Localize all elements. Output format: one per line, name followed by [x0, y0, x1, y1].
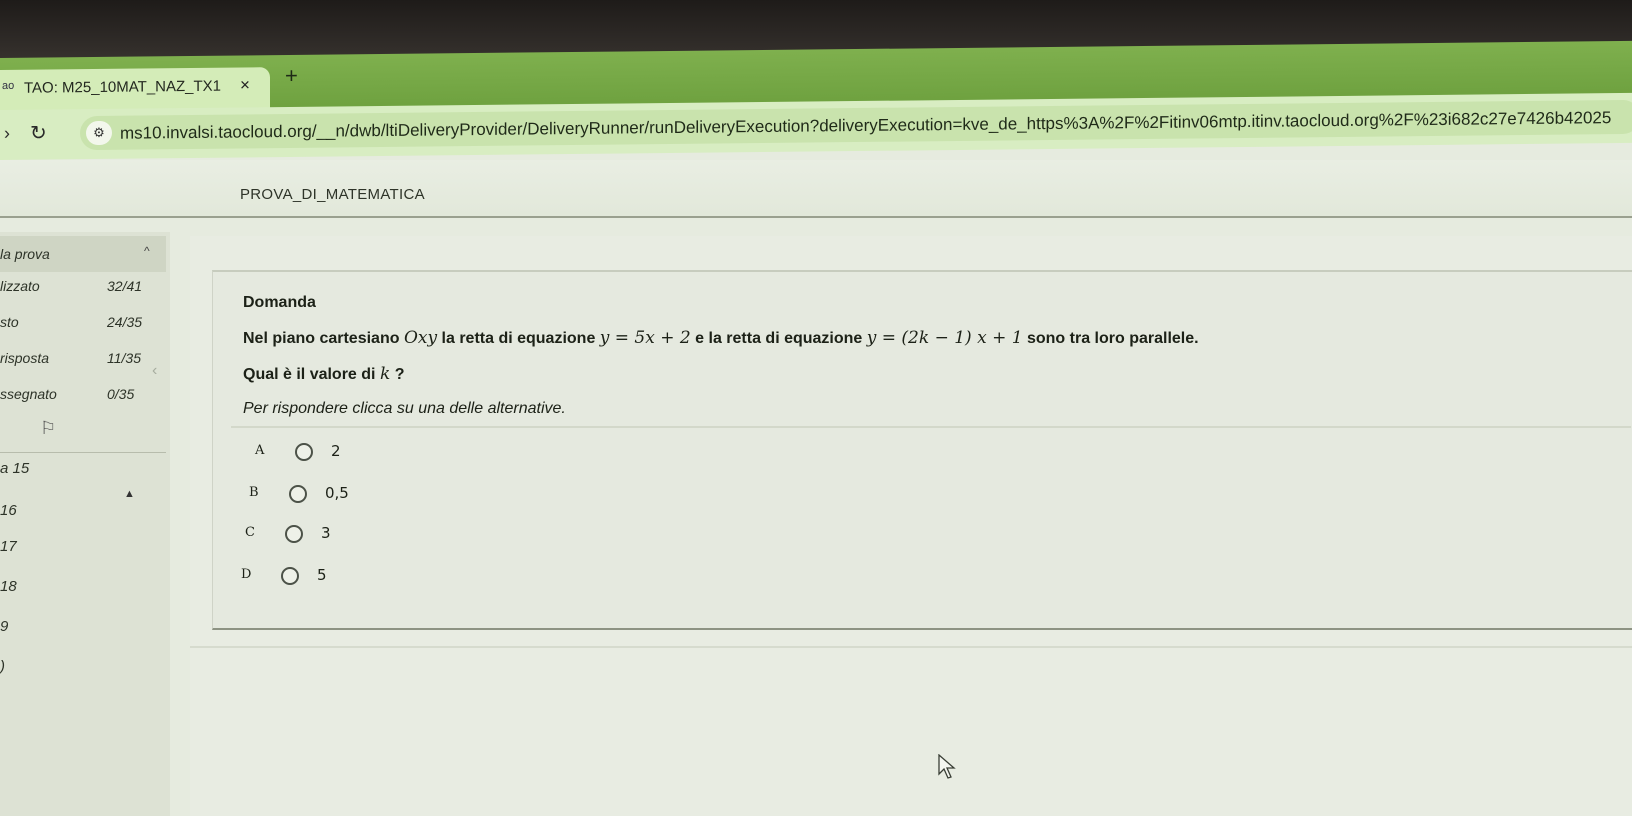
stat-row-contrassegnato: ssegnato 0/35: [0, 386, 166, 406]
test-sidebar: la prova ^ lizzato 32/41 sto 24/35 rispo…: [0, 232, 170, 816]
stat-label: sto: [0, 314, 19, 330]
test-title: PROVA_DI_MATEMATICA: [240, 186, 425, 203]
choice-letter: A: [255, 443, 265, 458]
collapse-sidebar-icon[interactable]: ‹: [152, 362, 157, 380]
url-text[interactable]: ms10.invalsi.taocloud.org/__n/dwb/ltiDel…: [120, 108, 1611, 144]
stat-count: 32/41: [107, 278, 143, 294]
question-item[interactable]: 9: [0, 618, 8, 635]
choice-d[interactable]: D 5: [241, 564, 361, 588]
choice-value: 3: [321, 524, 331, 542]
stat-count: 0/35: [107, 386, 135, 402]
question-text-part: ?: [390, 366, 405, 383]
site-info-icon[interactable]: ⚙: [86, 120, 112, 146]
flag-icon[interactable]: ⚐: [40, 418, 56, 439]
choice-letter: D: [241, 567, 252, 582]
sidebar-section-label: la prova: [0, 246, 50, 262]
caret-up-icon[interactable]: ▲: [124, 488, 135, 500]
sidebar-section-header[interactable]: la prova ^: [0, 236, 166, 272]
choice-c[interactable]: C 3: [245, 522, 365, 546]
stat-count: 11/35: [107, 350, 141, 366]
reload-icon[interactable]: ↻: [30, 121, 47, 146]
math-expression: y = (2k − 1) x + 1: [866, 328, 1023, 348]
instruction-text: Per rispondere clicca su una delle alter…: [243, 400, 566, 417]
question-text-part: Qual è il valore di: [243, 366, 380, 383]
choice-a[interactable]: A 2: [255, 440, 375, 464]
new-tab-button[interactable]: +: [285, 63, 298, 89]
back-arrow-icon[interactable]: ›: [4, 123, 10, 144]
math-expression: k: [379, 364, 391, 384]
choice-value: 0,5: [325, 484, 349, 502]
question-item[interactable]: 16: [0, 502, 17, 519]
question-item[interactable]: 18: [0, 578, 17, 595]
question-heading: Domanda: [243, 294, 316, 311]
radio-button[interactable]: [295, 443, 313, 461]
tab-close-icon[interactable]: ×: [240, 75, 250, 95]
browser-tab[interactable]: ao TAO: M25_10MAT_NAZ_TX1 ×: [0, 67, 270, 112]
math-expression: y = 5x + 2: [599, 328, 691, 348]
mouse-pointer-icon: [938, 754, 956, 779]
question-area: Domanda Nel piano cartesiano Oxy la rett…: [190, 236, 1632, 816]
stat-label: lizzato: [0, 278, 40, 294]
radio-button[interactable]: [281, 567, 299, 585]
question-text-part: sono tra loro parallele.: [1022, 330, 1199, 347]
choice-b[interactable]: B 0,5: [249, 482, 369, 506]
question-text: Nel piano cartesiano Oxy la retta di equ…: [243, 328, 1199, 348]
question-item[interactable]: a 15: [0, 460, 29, 477]
tab-favicon-icon: ao: [2, 79, 15, 92]
question-item[interactable]: 17: [0, 538, 17, 555]
choice-value: 2: [331, 442, 341, 460]
choice-value: 5: [317, 566, 327, 584]
stat-count: 24/35: [107, 314, 143, 330]
question-text-part: Nel piano cartesiano: [243, 330, 404, 347]
stat-label: risposta: [0, 350, 50, 366]
choice-letter: B: [249, 485, 259, 500]
question-card: Domanda Nel piano cartesiano Oxy la rett…: [212, 270, 1632, 630]
choice-letter: C: [245, 525, 255, 540]
radio-button[interactable]: [285, 525, 303, 543]
question-prompt: Qual è il valore di k ?: [243, 364, 404, 384]
math-expression: Oxy: [403, 328, 438, 348]
question-text-part: la retta di equazione: [437, 330, 600, 347]
test-header: PROVA_DI_MATEMATICA: [0, 160, 1632, 218]
instruction-divider: [231, 426, 1631, 428]
stat-row-risposto: sto 24/35: [0, 314, 166, 334]
tab-title: TAO: M25_10MAT_NAZ_TX1: [24, 77, 222, 97]
stat-row-visualizzato: lizzato 32/41: [0, 278, 166, 298]
stat-row-senza-risposta: risposta 11/35: [0, 350, 166, 370]
question-item[interactable]: ): [0, 658, 5, 675]
stat-label: ssegnato: [0, 386, 57, 402]
chevron-up-icon[interactable]: ^: [144, 244, 150, 258]
sidebar-divider: [0, 452, 166, 453]
radio-button[interactable]: [289, 485, 307, 503]
question-text-part: e la retta di equazione: [690, 330, 867, 347]
content-divider: [190, 646, 1632, 648]
address-bar[interactable]: ⚙ ms10.invalsi.taocloud.org/__n/dwb/ltiD…: [80, 99, 1632, 151]
